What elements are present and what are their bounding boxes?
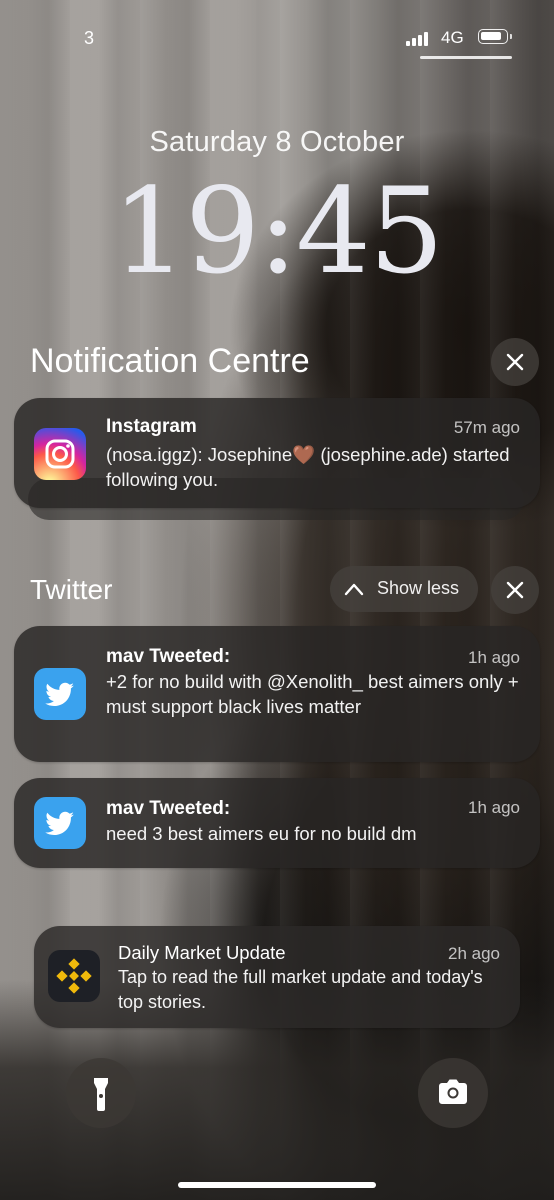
twitter-group-title: Twitter	[30, 574, 113, 605]
flashlight-button[interactable]	[66, 1058, 136, 1128]
battery-icon	[478, 29, 512, 44]
notification-title: Daily Market Update	[118, 942, 286, 963]
home-indicator[interactable]	[178, 1182, 376, 1188]
signal-icon	[406, 32, 428, 46]
camera-button[interactable]	[418, 1058, 488, 1128]
notification-body: need 3 best aimers eu for no build dm	[106, 823, 417, 844]
control-centre-indicator[interactable]	[420, 56, 512, 59]
notification-title: mav Tweeted:	[106, 646, 231, 667]
camera-icon	[439, 1079, 467, 1104]
chevron-up-icon	[344, 583, 364, 596]
notification-body: +2 for no build with @Xenolith_ best aim…	[106, 671, 519, 717]
twitter-notification[interactable]: mav Tweeted: 1h ago need 3 best aimers e…	[14, 778, 540, 868]
carrier-label: 3	[84, 28, 95, 48]
notification-time: 1h ago	[468, 798, 520, 817]
show-less-label: Show less	[377, 578, 460, 598]
show-less-button[interactable]: Show less	[330, 566, 478, 612]
lock-time: 19:45	[111, 162, 444, 300]
notification-time: 1h ago	[468, 648, 520, 667]
twitter-icon	[34, 797, 86, 849]
market-update-notification[interactable]: Daily Market Update 2h ago Tap to read t…	[34, 926, 520, 1028]
instagram-icon	[34, 428, 86, 480]
binance-icon	[48, 950, 100, 1002]
clear-notifications-button[interactable]	[491, 338, 539, 386]
clear-twitter-button[interactable]	[491, 566, 539, 614]
instagram-notification[interactable]: Instagram 57m ago (nosa.iggz): Josephine…	[14, 398, 540, 508]
close-icon	[506, 581, 524, 599]
status-bar: 3 4G	[0, 26, 554, 50]
twitter-notification[interactable]: mav Tweeted: 1h ago +2 for no build with…	[14, 626, 540, 762]
notification-app-name: Instagram	[106, 416, 197, 437]
flashlight-icon	[94, 1078, 108, 1111]
network-label: 4G	[441, 28, 464, 47]
lock-date: Saturday 8 October	[149, 126, 405, 158]
notification-body: (nosa.iggz): Josephine🤎 (josephine.ade) …	[106, 444, 510, 490]
notification-time: 2h ago	[448, 944, 500, 963]
notification-time: 57m ago	[453, 418, 520, 437]
notification-centre-title: Notification Centre	[30, 342, 310, 380]
notification-title: mav Tweeted:	[106, 798, 231, 819]
notification-body: Tap to read the full market update and t…	[118, 967, 483, 1012]
close-icon	[506, 353, 524, 371]
twitter-icon	[34, 668, 86, 720]
